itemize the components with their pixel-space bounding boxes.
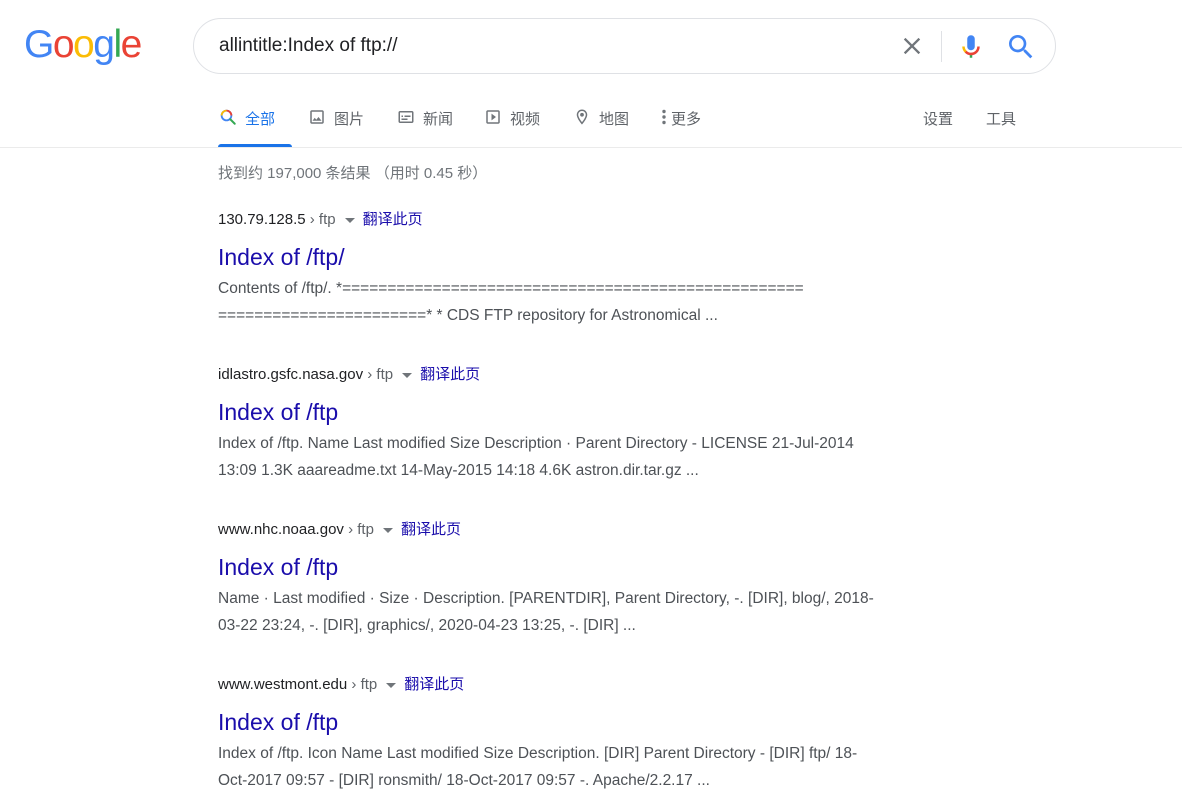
logo-letter: l [113,23,122,66]
dropdown-arrow-icon[interactable] [386,682,397,688]
tab-label: 地图 [599,111,630,128]
tab-all[interactable]: 全部 [218,96,292,147]
logo-letter: o [52,23,75,66]
snippet-line: Contents of /ftp/. *====================… [218,280,804,297]
mic-icon [962,35,980,58]
search-result: www.nhc.noaa.gov › ftp 翻译此页 Index of /ftp… [218,519,978,639]
snippet-line: 13:09 1.3K aaareadme.txt 14-May-2015 14:… [218,462,699,479]
snippet-line: Index of /ftp. Icon Name Last modified S… [218,745,858,762]
result-path: › ftp [363,366,394,383]
result-stats: 找到约 197,000 条结果 （用时 0.45 秒） [218,165,488,182]
translate-link[interactable]: 翻译此页 [401,521,461,538]
divider [941,31,942,62]
result-url: 130.79.128.5 › ftp 翻译此页 [218,209,978,231]
tab-label: 视频 [510,111,541,128]
result-path: › ftp [343,521,374,538]
tab-maps[interactable]: 地图 [573,96,629,147]
translate-link[interactable]: 翻译此页 [404,676,464,693]
result-title[interactable]: Index of /ftp [218,707,978,737]
search-icon [1009,35,1033,59]
result-url: idlastro.gsfc.nasa.gov › ftp 翻译此页 [218,364,978,386]
news-icon [397,108,415,126]
snippet-line: Index of /ftp. Name Last modified Size D… [218,435,854,452]
dropdown-arrow-icon[interactable] [344,217,355,223]
result-snippet: Index of /ftp. Name Last modified Size D… [218,430,978,484]
video-icon [484,108,502,126]
search-input[interactable] [219,19,859,73]
settings-button[interactable]: 设置 [923,108,953,129]
result-path: › ftp [305,211,336,228]
search-icon [219,108,237,126]
result-snippet: Contents of /ftp/. *====================… [218,275,978,329]
google-logo[interactable]: Google [24,23,143,66]
image-icon [308,108,326,126]
search-result: www.westmont.edu › ftp 翻译此页 Index of /ftp… [218,674,978,794]
snippet-line: Name · Last modified · Size · Descriptio… [218,590,874,607]
tab-label: 图片 [334,111,365,128]
logo-letter: g [93,23,115,66]
search-result: idlastro.gsfc.nasa.gov › ftp 翻译此页 Index o… [218,364,978,484]
result-domain[interactable]: idlastro.gsfc.nasa.gov [218,366,363,383]
search-box [193,18,1056,74]
clear-button[interactable] [898,32,926,60]
result-title[interactable]: Index of /ftp [218,397,978,427]
snippet-line: Oct-2017 09:57 - [DIR] ronsmith/ 18-Oct-… [218,772,710,789]
result-domain[interactable]: 130.79.128.5 [218,211,306,228]
search-button[interactable] [1005,31,1037,63]
tab-more[interactable]: 更多 [661,96,701,147]
more-vert-icon [661,108,667,126]
snippet-line: 03-22 23:24, -. [DIR], graphics/, 2020-0… [218,617,636,634]
tab-label: 全部 [245,111,276,128]
translate-link[interactable]: 翻译此页 [420,366,480,383]
search-result: 130.79.128.5 › ftp 翻译此页 Index of /ftp/ Co… [218,209,978,329]
logo-letter: e [120,23,143,66]
map-pin-icon [573,108,591,126]
logo-letter: o [73,23,95,66]
result-domain[interactable]: www.westmont.edu [218,676,347,693]
dropdown-arrow-icon[interactable] [382,527,393,533]
close-icon [903,37,921,55]
result-snippet: Name · Last modified · Size · Descriptio… [218,585,978,639]
snippet-line: =======================* * CDS FTP repos… [218,307,718,324]
search-tabs: 全部 图片 新闻 视频 地图 更多 设置 工具 [0,96,1182,148]
tab-label: 新闻 [423,111,454,128]
translate-link[interactable]: 翻译此页 [363,211,423,228]
voice-search-button[interactable] [956,30,986,63]
result-domain[interactable]: www.nhc.noaa.gov [218,521,344,538]
result-snippet: Index of /ftp. Icon Name Last modified S… [218,740,978,794]
tab-images[interactable]: 图片 [308,96,364,147]
result-title[interactable]: Index of /ftp [218,552,978,582]
result-url: www.nhc.noaa.gov › ftp 翻译此页 [218,519,978,541]
tab-news[interactable]: 新闻 [397,96,453,147]
tab-videos[interactable]: 视频 [484,96,540,147]
tools-button[interactable]: 工具 [986,108,1016,129]
result-path: › ftp [347,676,378,693]
logo-letter: G [24,23,54,66]
result-url: www.westmont.edu › ftp 翻译此页 [218,674,978,696]
dropdown-arrow-icon[interactable] [402,372,413,378]
tab-label: 更多 [671,111,702,128]
result-title[interactable]: Index of /ftp/ [218,242,978,272]
